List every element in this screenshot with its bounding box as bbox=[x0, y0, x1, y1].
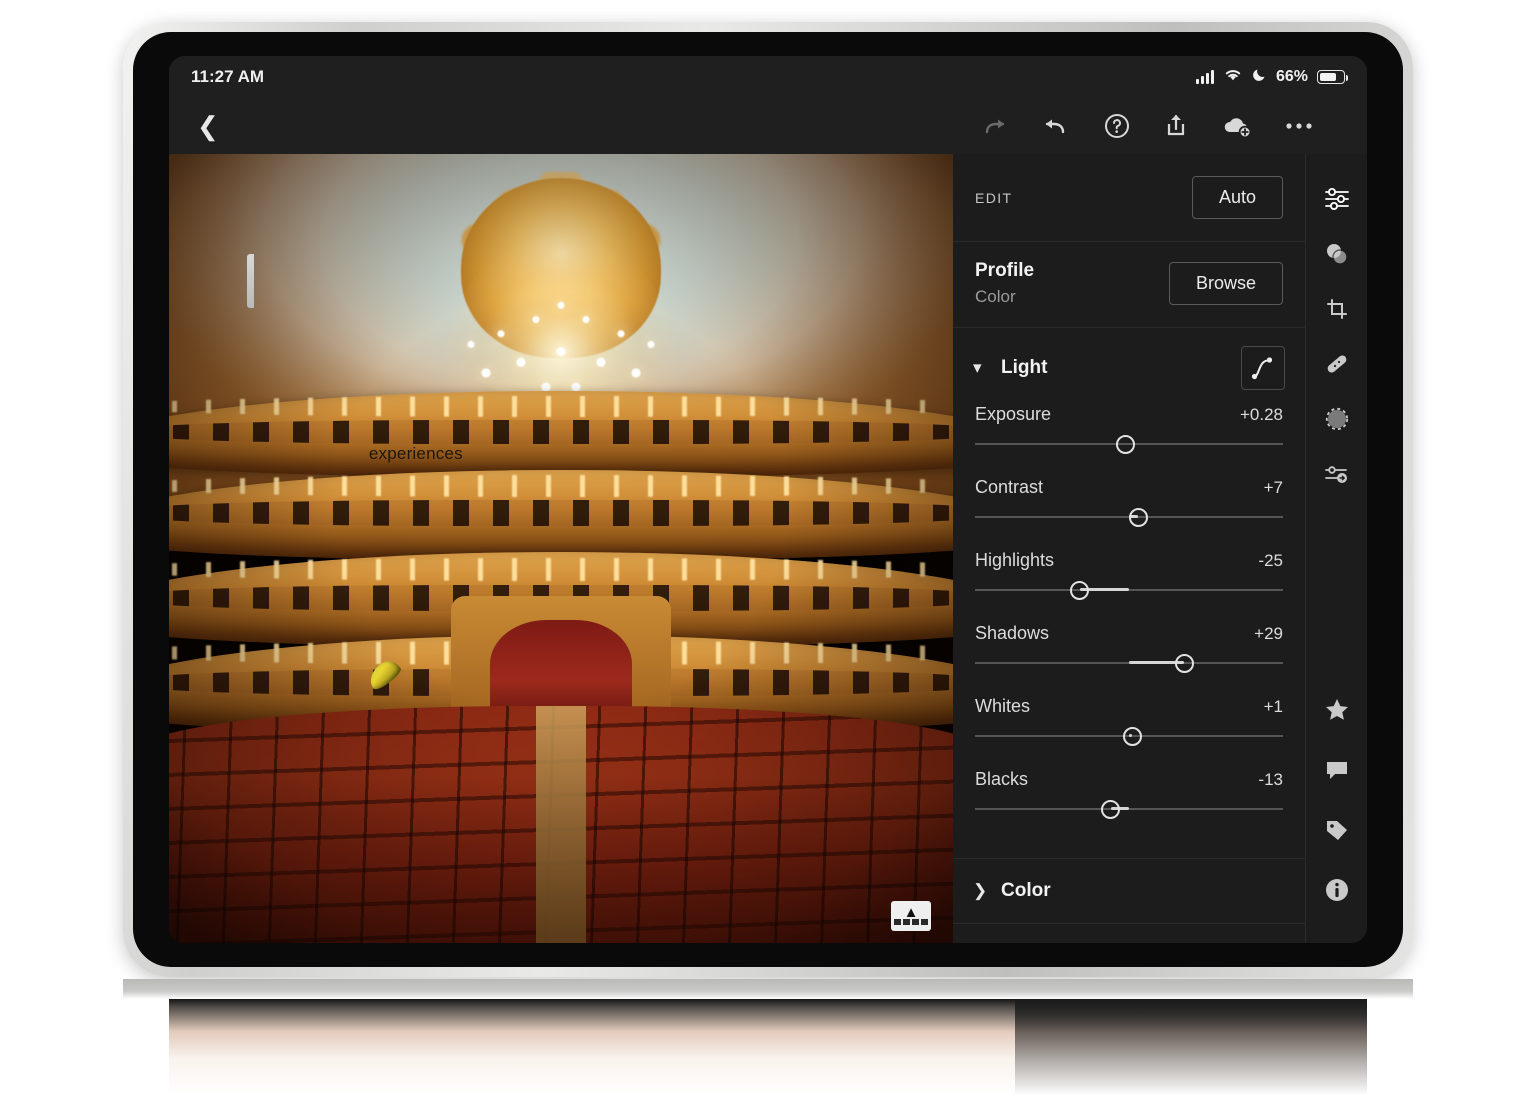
slider-value: -25 bbox=[1258, 551, 1283, 570]
status-bar: 11:27 AM 66% bbox=[169, 56, 1367, 98]
section-color[interactable]: ❯ Color bbox=[953, 859, 1305, 924]
back-chevron-icon[interactable]: ❮ bbox=[189, 109, 227, 143]
auto-button[interactable]: Auto bbox=[1191, 176, 1283, 219]
slider-value: +0.28 bbox=[1239, 405, 1283, 424]
slider-line bbox=[975, 589, 1283, 591]
edit-header-section: EDIT Auto bbox=[953, 154, 1305, 242]
slider-contrast[interactable]: Contrast +7 bbox=[975, 477, 1283, 530]
slider-label: Highlights bbox=[975, 550, 1055, 570]
ellipsis-icon[interactable] bbox=[1285, 122, 1313, 130]
slider-blacks[interactable]: Blacks -13 bbox=[975, 769, 1283, 822]
photo-overlay-text: experiences bbox=[368, 444, 463, 464]
screenshot-stage: 11:27 AM 66% ❮ experiences ▲ EDIT Auto P… bbox=[0, 0, 1536, 1114]
slider-label: Exposure bbox=[975, 404, 1052, 424]
slider-knob[interactable] bbox=[1070, 581, 1090, 600]
slider-knob[interactable] bbox=[1128, 508, 1148, 527]
wifi-icon bbox=[1223, 67, 1243, 87]
presets-circle-icon[interactable] bbox=[1314, 231, 1360, 277]
section-effects[interactable]: ❯Effects bbox=[953, 924, 1305, 943]
profile-section: Profile Color Browse bbox=[953, 242, 1305, 328]
reflection-screen bbox=[169, 999, 1367, 1095]
ipad-device-frame: 11:27 AM 66% ❮ experiences ▲ EDIT Auto P… bbox=[123, 22, 1413, 977]
share-upload-icon[interactable] bbox=[1163, 111, 1189, 141]
battery-icon bbox=[1317, 70, 1348, 84]
do-not-disturb-moon-icon bbox=[1252, 67, 1267, 87]
tag-icon[interactable] bbox=[1314, 807, 1360, 853]
slider-track[interactable] bbox=[975, 431, 1283, 457]
chevron-down-icon[interactable]: ▾ bbox=[973, 358, 997, 378]
healing-brush-icon[interactable] bbox=[1314, 341, 1360, 387]
slider-label: Shadows bbox=[975, 623, 1050, 643]
light-sliders: Exposure +0.28 Contrast +7 Highlights -25 Shad… bbox=[953, 402, 1305, 858]
device-screen: 11:27 AM 66% ❮ experiences ▲ EDIT Auto P… bbox=[169, 56, 1367, 943]
status-time: 11:27 AM bbox=[191, 67, 265, 86]
chevron-up-icon: ▲ bbox=[903, 903, 919, 921]
star-rating-icon[interactable] bbox=[1314, 687, 1360, 733]
slider-line bbox=[975, 808, 1283, 810]
slider-highlights[interactable]: Highlights -25 bbox=[975, 550, 1283, 603]
balcony-tier bbox=[169, 390, 953, 478]
cloud-plus-icon[interactable] bbox=[1221, 113, 1253, 139]
profile-value: Color bbox=[975, 287, 1016, 306]
cellular-signal-icon bbox=[1195, 69, 1214, 84]
slider-value: +7 bbox=[1263, 478, 1283, 497]
slider-label: Contrast bbox=[975, 477, 1044, 497]
audience-seating bbox=[169, 706, 953, 943]
edit-label: EDIT bbox=[975, 189, 1013, 206]
power-button[interactable] bbox=[247, 254, 254, 308]
slider-track[interactable] bbox=[975, 796, 1283, 822]
slider-track[interactable] bbox=[975, 723, 1283, 749]
crop-icon[interactable] bbox=[1314, 286, 1360, 332]
comment-icon[interactable] bbox=[1314, 747, 1360, 793]
profile-title: Profile bbox=[975, 260, 1035, 281]
undo-icon[interactable] bbox=[1041, 113, 1071, 139]
slider-knob[interactable] bbox=[1122, 727, 1142, 746]
reflection-frame-band bbox=[123, 979, 1413, 999]
slider-knob[interactable] bbox=[1174, 654, 1194, 673]
edit-sliders-icon[interactable] bbox=[1314, 176, 1360, 222]
photo-canvas[interactable]: experiences ▲ bbox=[169, 154, 953, 943]
tone-curve-button[interactable] bbox=[1241, 346, 1285, 390]
editor-body: experiences ▲ EDIT Auto Profile Color Br… bbox=[169, 154, 1367, 943]
filmstrip-cells-icon bbox=[894, 918, 928, 925]
info-icon[interactable] bbox=[1314, 867, 1360, 913]
balcony-tier bbox=[169, 469, 953, 561]
tool-rail bbox=[1305, 154, 1367, 943]
edit-panel: EDIT Auto Profile Color Browse ▾ Light E… bbox=[953, 154, 1305, 943]
reflection-panel bbox=[1015, 999, 1367, 1095]
filmstrip-toggle-button[interactable]: ▲ bbox=[891, 901, 931, 931]
device-bezel: 11:27 AM 66% ❮ experiences ▲ EDIT Auto P… bbox=[133, 32, 1403, 967]
section-title: Color bbox=[1001, 880, 1051, 901]
light-section: ▾ Light Exposure +0.28 Contrast +7 Highl… bbox=[953, 328, 1305, 859]
question-circle-icon[interactable] bbox=[1103, 112, 1131, 140]
masking-icon[interactable] bbox=[1314, 396, 1360, 442]
light-section-title: Light bbox=[1001, 357, 1048, 378]
slider-track[interactable] bbox=[975, 504, 1283, 530]
slider-exposure[interactable]: Exposure +0.28 bbox=[975, 404, 1283, 457]
slider-track[interactable] bbox=[975, 650, 1283, 676]
slider-value: +29 bbox=[1254, 624, 1283, 643]
slider-shadows[interactable]: Shadows +29 bbox=[975, 623, 1283, 676]
device-reflection bbox=[123, 979, 1413, 1097]
slider-whites[interactable]: Whites +1 bbox=[975, 696, 1283, 749]
slider-knob[interactable] bbox=[1116, 435, 1136, 454]
chevron-right-icon[interactable]: ❯ bbox=[973, 881, 997, 901]
versions-icon[interactable] bbox=[1314, 451, 1360, 497]
slider-track[interactable] bbox=[975, 577, 1283, 603]
slider-label: Blacks bbox=[975, 769, 1029, 789]
battery-percent: 66% bbox=[1275, 68, 1308, 85]
top-toolbar: ❮ bbox=[169, 98, 1367, 154]
browse-profiles-button[interactable]: Browse bbox=[1168, 262, 1283, 305]
slider-value: +1 bbox=[1263, 697, 1283, 716]
rail-bottom-group bbox=[1314, 687, 1360, 943]
collapsed-sections: ❯Color❯Effects❯Detail bbox=[953, 859, 1305, 943]
slider-label: Whites bbox=[975, 696, 1031, 716]
slider-value: -13 bbox=[1258, 770, 1283, 789]
redo-icon[interactable] bbox=[979, 113, 1009, 139]
slider-knob[interactable] bbox=[1101, 800, 1121, 819]
